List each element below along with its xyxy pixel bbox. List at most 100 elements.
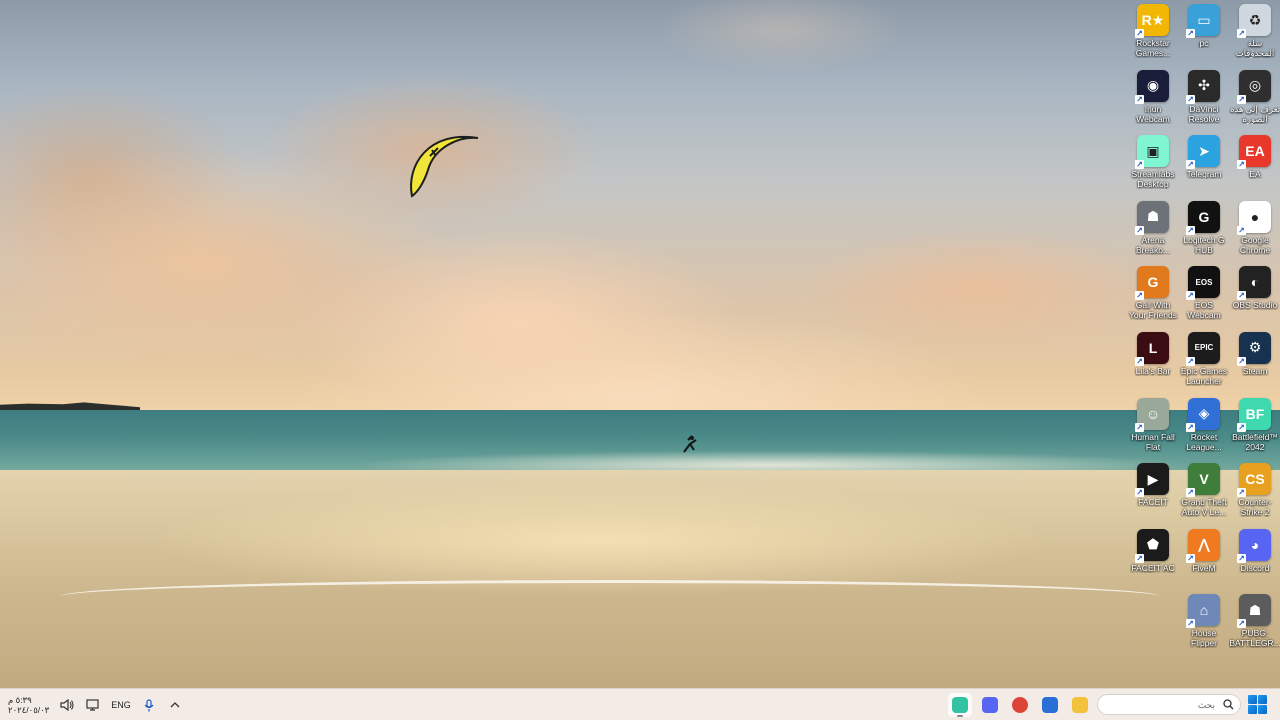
desktop-shortcut[interactable]: ◕ ↗ Discord (1230, 528, 1280, 595)
desktop-shortcut[interactable]: ⬟ ↗ FACEIT AC (1128, 528, 1178, 595)
shortcut-arrow-icon: ↗ (1135, 291, 1144, 301)
shortcut-arrow-icon: ↗ (1135, 29, 1144, 38)
desktop-shortcut[interactable]: R★ ↗ Rockstar Games... (1128, 4, 1178, 70)
desktop-shortcut-label: Counter-Strike 2 (1238, 497, 1272, 518)
desktop-shortcut[interactable]: V ↗ Grand Theft Auto V Le... (1179, 463, 1229, 529)
desktop-shortcut[interactable]: ☺ ↗ Human Fall Flat (1128, 397, 1178, 464)
taskbar-app-button[interactable] (1038, 693, 1062, 717)
system-tray: ٥:٣٩ م ٢٠٢٤/٠٥/٠٣ ENG (8, 689, 183, 720)
desktop-shortcut[interactable]: EA ↗ EA (1230, 135, 1280, 201)
desktop-shortcut[interactable]: BF ↗ Battlefield™ 2042 (1230, 397, 1280, 464)
desktop-shortcut-label: Google Chrome (1239, 234, 1271, 255)
taskbar-app-button[interactable] (1008, 693, 1032, 717)
wallpaper-sky (0, 0, 1280, 415)
network-icon[interactable] (85, 697, 101, 713)
desktop-shortcut-label: Arena Breako... (1135, 234, 1171, 255)
chrome-icon: ● ↗ (1237, 200, 1271, 235)
shortcut-arrow-icon: ↗ (1135, 553, 1144, 563)
start-button[interactable] (1248, 695, 1268, 715)
store-taskbar-icon (1042, 697, 1058, 713)
clock[interactable]: ٥:٣٩ م ٢٠٢٤/٠٥/٠٣ (8, 695, 49, 715)
desktop-shortcut[interactable]: ◉ ↗ Iriun Webcam (1128, 69, 1178, 136)
shortcut-arrow-icon: ↗ (1186, 29, 1195, 38)
taskbar-search-box[interactable] (1097, 694, 1241, 715)
microphone-icon[interactable] (141, 697, 157, 713)
desktop-shortcut[interactable]: ◐ ↗ OBS Studio (1230, 266, 1280, 332)
desktop-shortcut[interactable]: ⚙ ↗ Steam (1230, 331, 1280, 398)
telegram-icon: ➤ ↗ (1186, 135, 1220, 170)
taskbar-app-button[interactable] (978, 693, 1002, 717)
desktop-shortcut-label: Rockstar Games... (1135, 38, 1171, 58)
taskbar-app-button[interactable] (948, 693, 972, 717)
desktop-shortcut-label: FACEIT (1138, 497, 1168, 508)
desktop-shortcut[interactable]: ● ↗ Google Chrome (1230, 200, 1280, 267)
desktop-shortcut[interactable]: ⋀ ↗ FiveM (1179, 528, 1229, 595)
golf-with-friends-icon: G ↗ (1135, 266, 1169, 301)
ea-icon: EA ↗ (1237, 135, 1271, 170)
windows-logo-tile (1248, 705, 1257, 714)
desktop-shortcut[interactable]: L ↗ Lila's Bar (1128, 331, 1178, 398)
desktop-shortcut[interactable]: ☗ ↗ Arena Breako... (1128, 200, 1178, 267)
desktop-shortcut[interactable]: G ↗ Logitech G HUB (1179, 200, 1229, 267)
shortcut-arrow-icon: ↗ (1135, 488, 1144, 498)
shortcut-arrow-icon: ↗ (1237, 553, 1246, 563)
desktop-shortcut[interactable]: EPIC ↗ Epic Games Launcher (1179, 331, 1229, 398)
language-indicator[interactable]: ENG (111, 700, 131, 710)
shortcut-arrow-icon: ↗ (1186, 160, 1195, 170)
desktop-shortcut-label: PUBG: BATTLEGR... (1229, 628, 1280, 649)
desktop-shortcut-label: EOS Webcam Utility Pro (1187, 300, 1221, 321)
kite-image (410, 135, 479, 198)
desktop-shortcut-label: Telegram (1186, 169, 1222, 180)
shortcut-arrow-icon: ↗ (1237, 291, 1246, 301)
desktop-shortcut[interactable]: ♻ ↗ سلة المحذوفات (1230, 4, 1280, 70)
desktop[interactable]: R★ ↗ Rockstar Games... ▭ ↗ pc ♻ ↗ سلة المحذوفات ◉… (0, 0, 1280, 720)
desktop-shortcut-label: FiveM (1192, 562, 1216, 573)
shortcut-arrow-icon: ↗ (1135, 225, 1144, 235)
desktop-shortcut[interactable]: ◈ ↗ Rocket League... (1179, 397, 1229, 464)
learn-about-picture-icon: ◎ ↗ (1237, 69, 1271, 104)
search-icon (1223, 699, 1234, 710)
shortcut-arrow-icon: ↗ (1186, 422, 1195, 432)
this-pc-icon: ▭ ↗ (1186, 4, 1220, 38)
search-input[interactable] (1113, 695, 1217, 714)
file-explorer-taskbar-icon (1072, 697, 1088, 713)
shortcut-arrow-icon: ↗ (1237, 356, 1246, 366)
shortcut-arrow-icon: ↗ (1186, 225, 1195, 235)
recycle-bin-icon: ♻ ↗ (1237, 4, 1271, 38)
streamlabs-icon: ▣ ↗ (1135, 135, 1169, 170)
taskbar: ٥:٣٩ م ٢٠٢٤/٠٥/٠٣ ENG (0, 688, 1280, 720)
desktop-shortcut[interactable]: EOS↗EOS Webcam Utility Pro (1179, 266, 1229, 332)
desktop-shortcut-label: FACEIT AC (1131, 562, 1175, 573)
shortcut-arrow-icon: ↗ (1135, 94, 1144, 104)
discord-taskbar-icon (982, 697, 998, 713)
faceit-icon: ▶ ↗ (1135, 463, 1169, 498)
discord-icon: ◕ ↗ (1237, 528, 1271, 563)
desktop-shortcut-label: EA (1249, 169, 1261, 180)
desktop-shortcut[interactable]: ☗ ↗ PUBG: BATTLEGR... (1229, 594, 1280, 660)
desktop-shortcut[interactable]: ▭ ↗ pc (1179, 4, 1229, 70)
desktop-shortcut-label: Lila's Bar (1135, 365, 1171, 376)
arena-breakout-icon: ☗ ↗ (1135, 200, 1169, 235)
desktop-shortcut[interactable]: ⌂ ↗ House Flipper (1179, 594, 1229, 660)
lilas-bar-icon: L ↗ (1135, 331, 1169, 366)
show-hidden-icons-chevron-icon[interactable] (167, 697, 183, 713)
desktop-shortcut-label: Steam (1242, 365, 1268, 376)
iriun-webcam-icon: ◉ ↗ (1135, 69, 1169, 104)
shortcut-arrow-icon: ↗ (1186, 553, 1195, 563)
desktop-shortcut-label: تعرف إلى هذه الصورة (1229, 103, 1280, 124)
shortcut-arrow-icon: ↗ (1237, 422, 1246, 432)
desktop-shortcut[interactable]: ▣ ↗ Streamlabs Desktop (1128, 135, 1178, 201)
desktop-shortcut[interactable]: ◎ ↗ تعرف إلى هذه الصورة (1229, 69, 1280, 136)
desktop-shortcut[interactable]: ➤ ↗ Telegram (1179, 135, 1229, 201)
volume-icon[interactable] (59, 697, 75, 713)
steam-icon: ⚙ ↗ (1237, 331, 1271, 366)
desktop-shortcut[interactable]: ▶ ↗ FACEIT (1128, 463, 1178, 529)
shortcut-arrow-icon: ↗ (1186, 488, 1195, 498)
fivem-icon: ⋀ ↗ (1186, 528, 1220, 563)
battlefield-2042-icon: BF ↗ (1237, 397, 1271, 432)
clock-date: ٢٠٢٤/٠٥/٠٣ (8, 705, 50, 715)
desktop-shortcut[interactable]: G ↗ Gall With Your Friends (1128, 266, 1178, 332)
desktop-shortcut[interactable]: ✣ ↗ DaVinci Resolve (1179, 69, 1229, 136)
taskbar-app-button[interactable] (1068, 693, 1092, 717)
desktop-shortcut[interactable]: CS ↗ Counter-Strike 2 (1230, 463, 1280, 529)
